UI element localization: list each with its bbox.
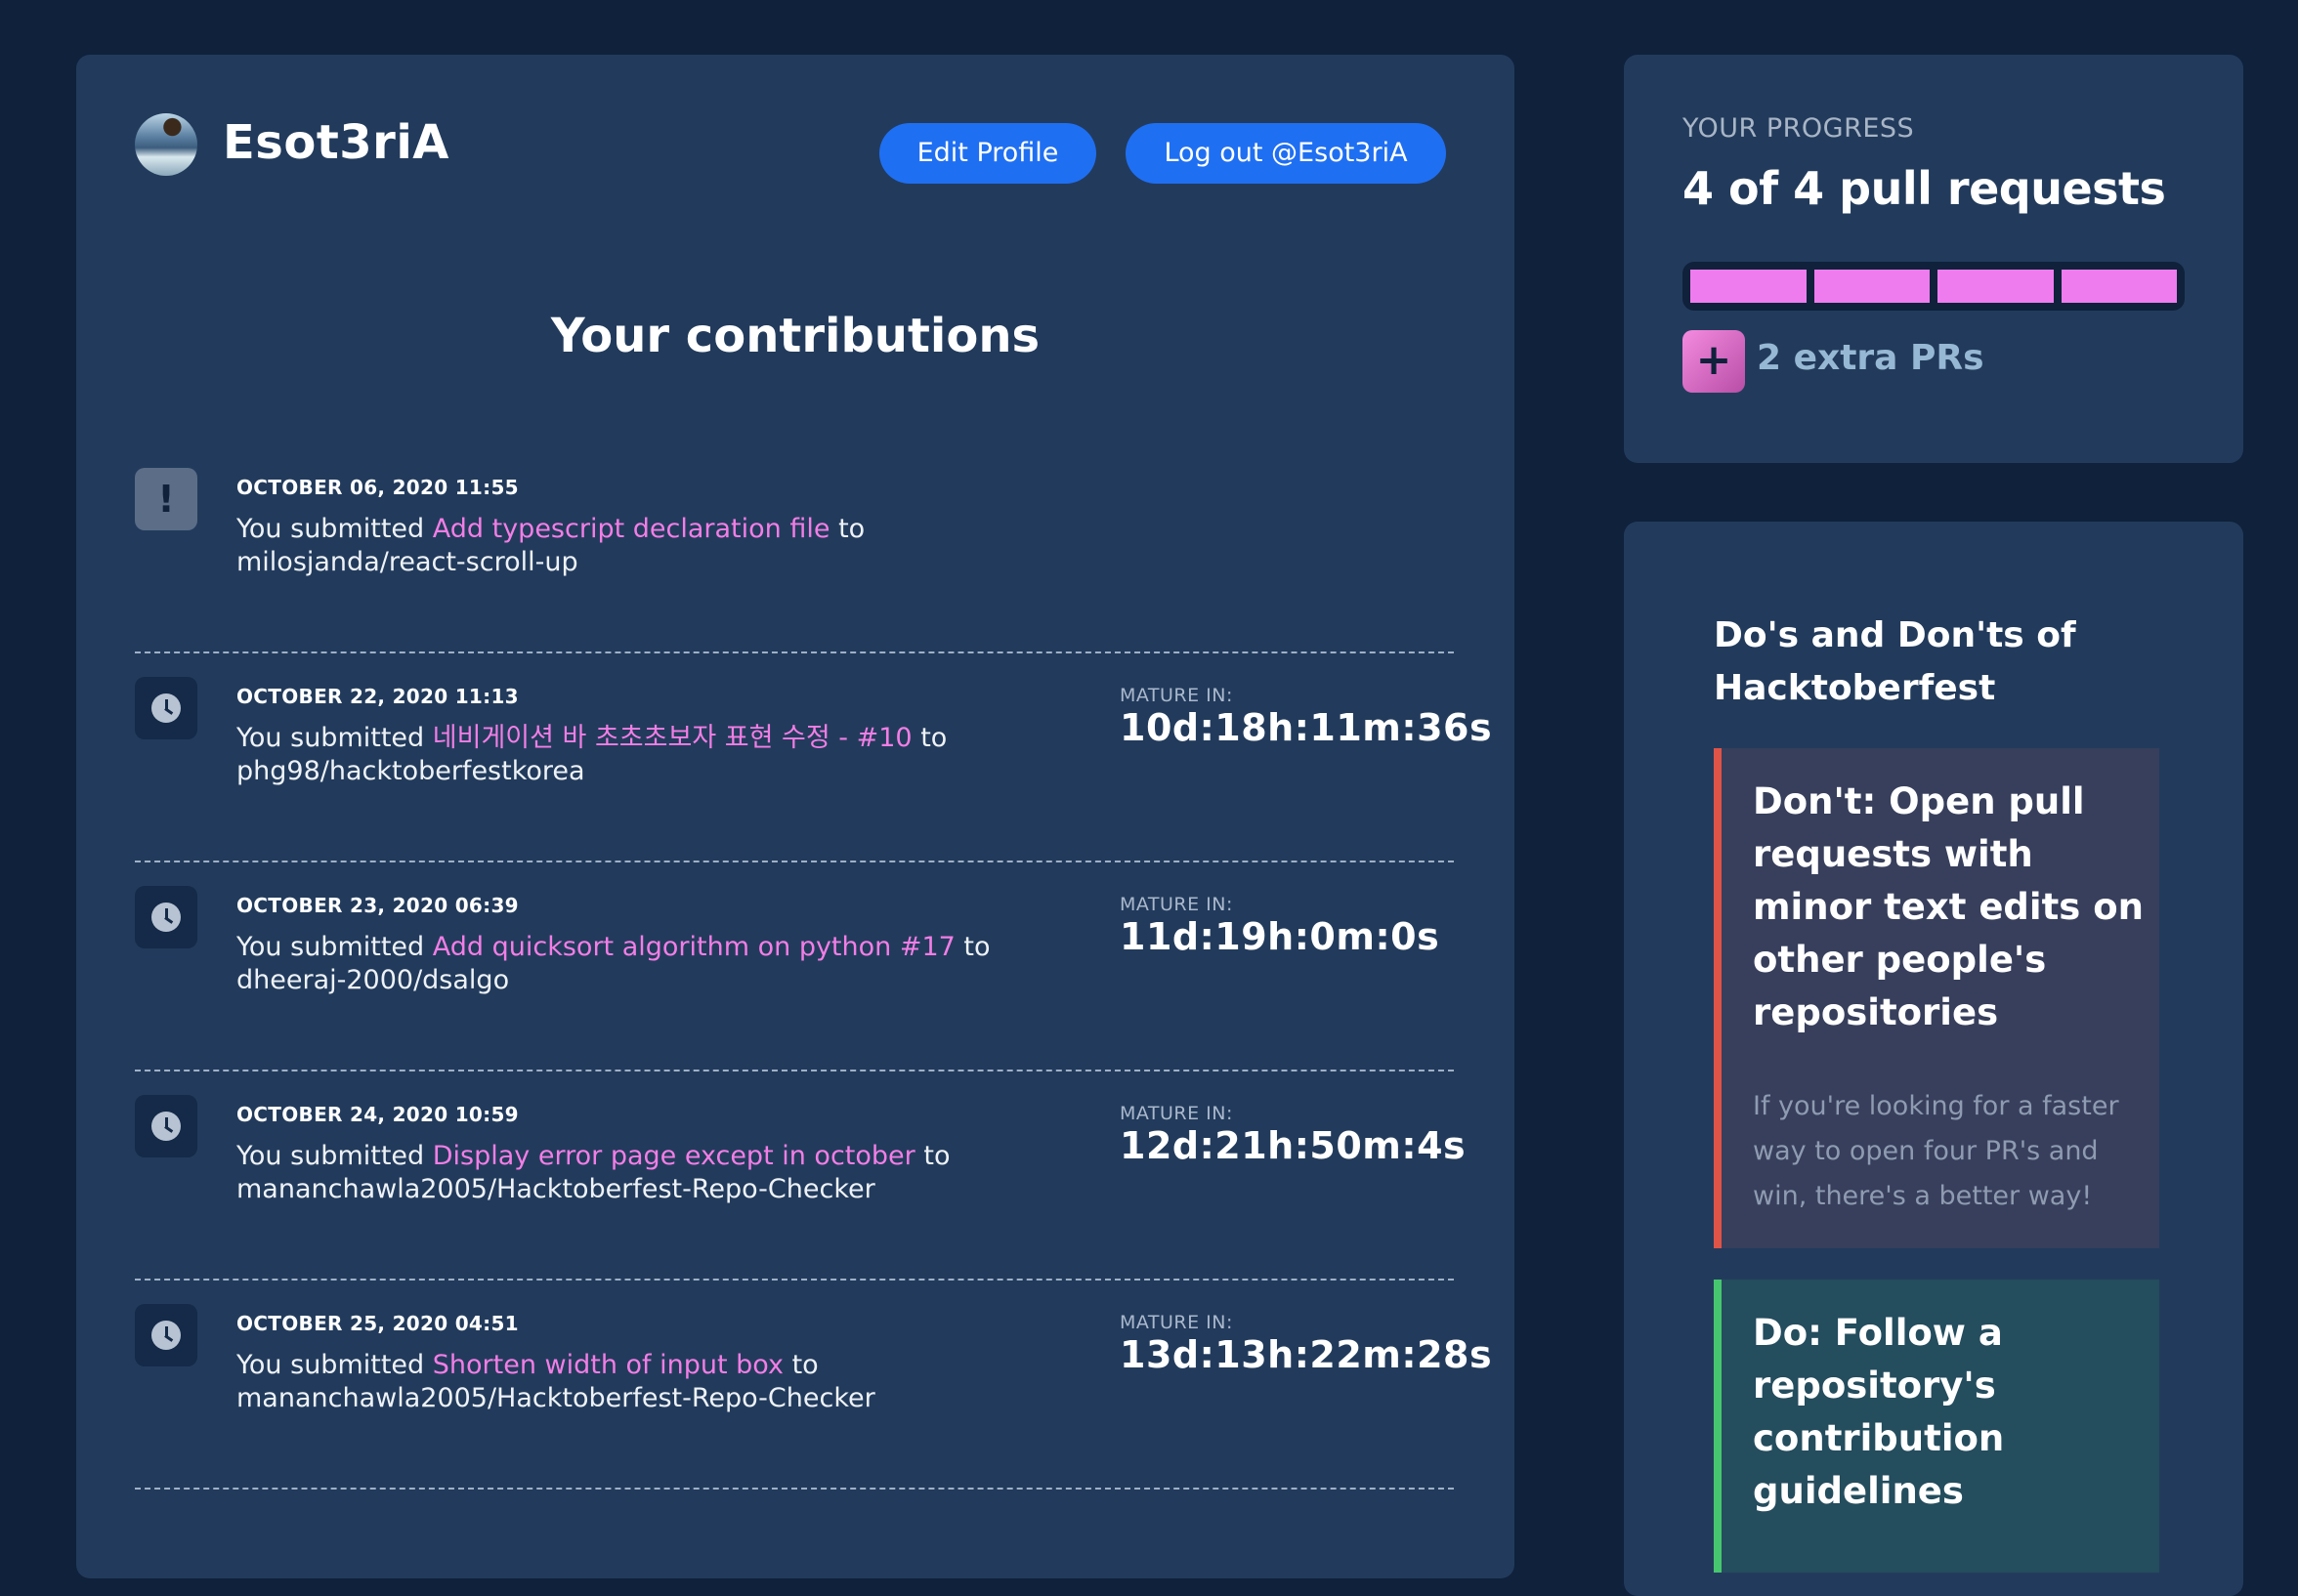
clock-icon xyxy=(135,1095,197,1157)
mature-countdown: 10d:18h:11m:36s xyxy=(1120,706,1493,749)
contribution-text: You submitted Shorten width of input box… xyxy=(236,1349,1096,1415)
contribution-text: You submitted Add quicksort algorithm on… xyxy=(236,931,1096,997)
pull-request-link[interactable]: Add quicksort algorithm on python #17 xyxy=(433,932,956,962)
contribution-date: OCTOBER 25, 2020 04:51 xyxy=(236,1312,519,1335)
submitted-prefix: You submitted xyxy=(236,514,425,544)
pull-request-link[interactable]: Display error page except in october xyxy=(433,1141,915,1171)
progress-segment xyxy=(2061,270,2177,303)
repo-name: mananchawla2005/Hacktoberfest-Repo-Check… xyxy=(236,1383,875,1413)
repo-name: phg98/hacktoberfestkorea xyxy=(236,756,585,786)
avatar[interactable] xyxy=(135,113,197,176)
edit-profile-button[interactable]: Edit Profile xyxy=(879,123,1096,184)
mature-countdown: 13d:13h:22m:28s xyxy=(1120,1333,1493,1376)
contributions-title: Your contributions xyxy=(550,309,1041,363)
pull-request-link[interactable]: 네비게이션 바 초초초보자 표현 수정 - #10 xyxy=(433,723,913,753)
progress-segment xyxy=(1690,270,1807,303)
mature-countdown: 12d:21h:50m:4s xyxy=(1120,1124,1467,1167)
username: Esot3riA xyxy=(223,115,449,170)
submitted-prefix: You submitted xyxy=(236,723,425,753)
logout-button[interactable]: Log out @Esot3riA xyxy=(1126,123,1446,184)
repo-name: milosjanda/react-scroll-up xyxy=(236,547,578,577)
do-tip-card: Do: Follow a repository's contribution g… xyxy=(1714,1280,2159,1573)
contribution-text: You submitted 네비게이션 바 초초초보자 표현 수정 - #10 … xyxy=(236,722,1096,788)
alert-icon: ! xyxy=(135,468,197,530)
progress-segment xyxy=(1813,270,1930,303)
mature-label: MATURE IN: xyxy=(1120,894,1233,915)
submitted-prefix: You submitted xyxy=(236,1141,425,1171)
repo-name: dheeraj-2000/dsalgo xyxy=(236,965,510,995)
tips-title: Do's and Don'ts of Hacktoberfest xyxy=(1714,615,2076,708)
plus-icon: + xyxy=(1682,330,1745,393)
contribution-item: OCTOBER 24, 2020 10:59 You submitted Dis… xyxy=(135,1070,1466,1281)
to-word: to xyxy=(838,514,866,544)
clock-icon xyxy=(135,886,197,948)
progress-count: 4 of 4 pull requests xyxy=(1682,162,2166,215)
submitted-prefix: You submitted xyxy=(236,1350,425,1380)
contribution-date: OCTOBER 22, 2020 11:13 xyxy=(236,685,519,708)
contribution-date: OCTOBER 06, 2020 11:55 xyxy=(236,476,519,499)
submitted-prefix: You submitted xyxy=(236,932,425,962)
contribution-item: OCTOBER 23, 2020 06:39 You submitted Add… xyxy=(135,861,1454,1071)
extra-prs-text: 2 extra PRs xyxy=(1757,338,1984,378)
dont-tip-heading: Don't: Open pull requests with minor tex… xyxy=(1753,780,2144,1033)
progress-label: YOUR PROGRESS xyxy=(1682,113,1915,144)
mature-label: MATURE IN: xyxy=(1120,1103,1233,1124)
clock-icon xyxy=(135,677,197,739)
contribution-text: You submitted Display error page except … xyxy=(236,1140,1096,1206)
dont-tip-card: Don't: Open pull requests with minor tex… xyxy=(1714,748,2159,1248)
clock-icon xyxy=(135,1304,197,1366)
contribution-text: You submitted Add typescript declaration… xyxy=(236,513,1096,579)
progress-segment xyxy=(1937,270,2054,303)
contribution-item: ! OCTOBER 06, 2020 11:55 You submitted A… xyxy=(135,442,1454,653)
contribution-date: OCTOBER 24, 2020 10:59 xyxy=(236,1103,519,1126)
do-tip-heading: Do: Follow a repository's contribution g… xyxy=(1753,1312,2005,1512)
to-word: to xyxy=(791,1350,819,1380)
to-word: to xyxy=(963,932,991,962)
pull-request-link[interactable]: Add typescript declaration file xyxy=(433,514,830,544)
progress-bar xyxy=(1682,262,2185,311)
contribution-item: OCTOBER 25, 2020 04:51 You submitted Sho… xyxy=(135,1279,1492,1490)
mature-countdown: 11d:19h:0m:0s xyxy=(1120,915,1440,958)
contribution-date: OCTOBER 23, 2020 06:39 xyxy=(236,894,519,917)
dont-tip-body: If you're looking for a faster way to op… xyxy=(1753,1091,2119,1211)
to-word: to xyxy=(920,723,948,753)
mature-label: MATURE IN: xyxy=(1120,685,1233,706)
to-word: to xyxy=(923,1141,951,1171)
contribution-item: OCTOBER 22, 2020 11:13 You submitted 네비게… xyxy=(135,651,1492,862)
mature-label: MATURE IN: xyxy=(1120,1312,1233,1333)
pull-request-link[interactable]: Shorten width of input box xyxy=(433,1350,784,1380)
repo-name: mananchawla2005/Hacktoberfest-Repo-Check… xyxy=(236,1174,875,1204)
